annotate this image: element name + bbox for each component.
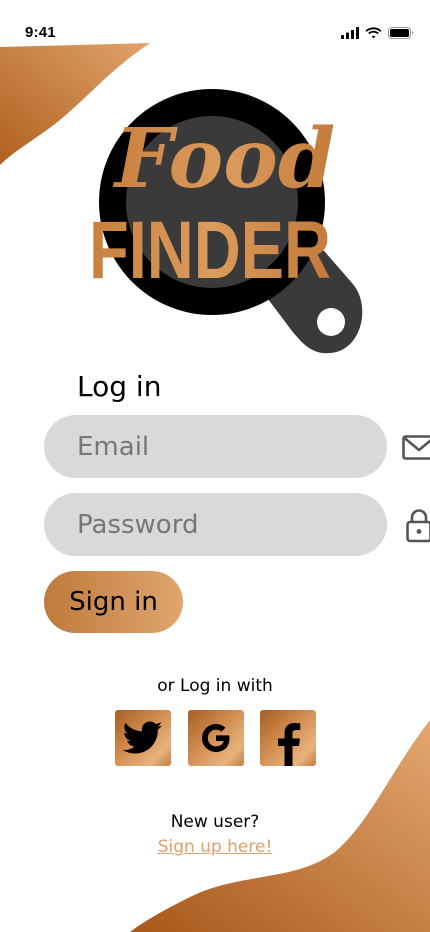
google-icon [202, 724, 230, 752]
sign-up-link[interactable]: Sign up here! [0, 837, 430, 857]
login-title: Log in [77, 370, 162, 403]
app-logo: Food FINDER [89, 89, 363, 354]
wifi-icon [365, 27, 382, 39]
password-input[interactable] [77, 509, 401, 540]
twitter-icon [123, 721, 163, 754]
password-field[interactable] [44, 493, 430, 556]
sign-in-button[interactable]: Sign in [44, 571, 183, 633]
logo-word-finder: FINDER [89, 205, 331, 296]
social-login-caption: or Log in with [157, 676, 273, 696]
lock-icon [406, 508, 430, 542]
status-icons [341, 27, 414, 39]
google-login-button[interactable] [188, 710, 244, 766]
cellular-signal-icon [341, 27, 359, 39]
logo-word-food: Food [113, 111, 335, 207]
email-field[interactable] [44, 415, 430, 478]
facebook-icon [278, 723, 301, 766]
battery-icon [388, 27, 414, 39]
email-input[interactable] [77, 431, 401, 462]
mail-icon [402, 434, 430, 460]
new-user-prompt: New user? [170, 812, 260, 832]
status-time: 9:41 [25, 24, 56, 41]
twitter-login-button[interactable] [115, 710, 171, 766]
facebook-login-button[interactable] [260, 710, 316, 766]
